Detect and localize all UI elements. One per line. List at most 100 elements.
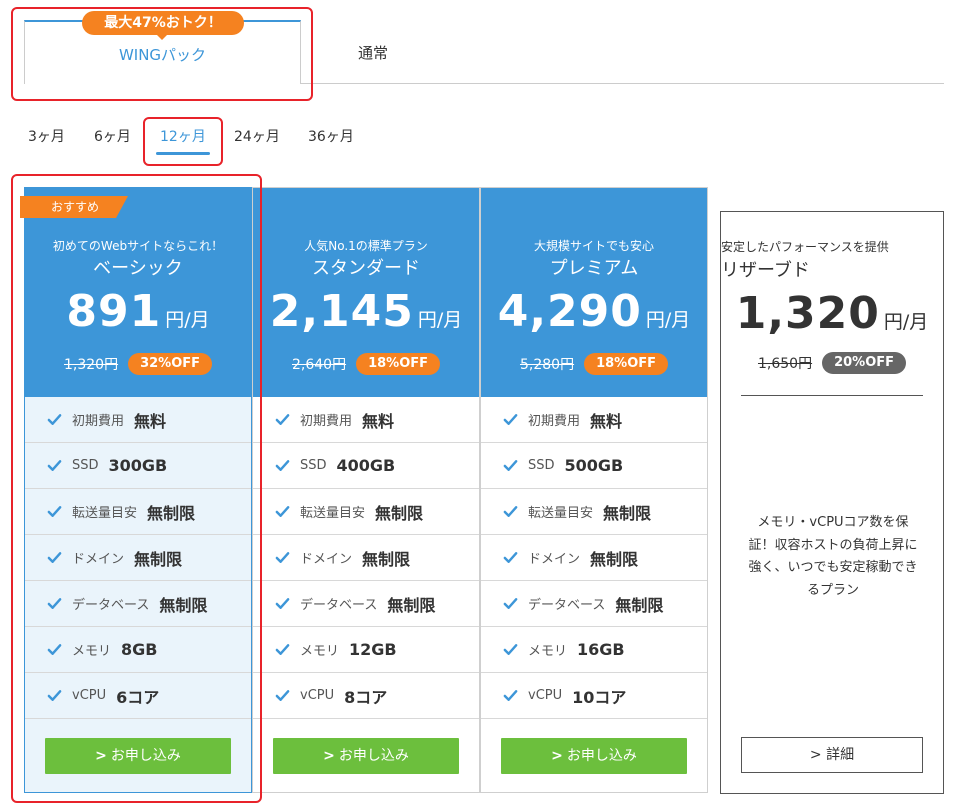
price-unit: 円/月 (165, 309, 210, 331)
check-icon (47, 504, 62, 519)
discount-badge: 32%OFF (128, 353, 213, 375)
feature-value: 無制限 (603, 503, 652, 523)
feature-row-setup-fee: 初期費用 無料 (481, 397, 707, 443)
feature-value: 無制限 (147, 503, 196, 523)
plan-name: プレミアム (549, 258, 639, 279)
feature-row-vcpu: vCPU 6コア (25, 673, 251, 719)
check-icon (503, 458, 518, 473)
tab-normal[interactable]: 通常 (300, 30, 446, 76)
feature-label: ドメイン (528, 552, 581, 567)
feature-label: データベース (300, 598, 378, 613)
plan-catch: 初めてのWebサイトならこれ！ (52, 239, 224, 253)
apply-button[interactable]: > お申し込み (45, 738, 231, 774)
check-icon (47, 642, 62, 657)
price-unit: 円/月 (883, 311, 929, 333)
tab-wing-pack-label: WINGパック (118, 46, 207, 64)
promo-badge: 最大47%おトク！ (82, 11, 244, 35)
original-price-line: 1,650円 20%OFF (721, 352, 943, 374)
plan-name: スタンダード (312, 258, 420, 279)
check-icon (503, 642, 518, 657)
feature-value: 無制限 (387, 595, 436, 615)
check-icon (275, 642, 290, 657)
feature-row-vcpu: vCPU 10コア (481, 673, 707, 719)
feature-value: 300GB (108, 456, 168, 475)
chevron-right-icon: > (551, 748, 563, 764)
check-icon (503, 504, 518, 519)
feature-list: 初期費用 無料 SSD 500GB 転送量目安 無制限 ドメイン 無制限 データベース 無制限 メモ… (481, 397, 707, 719)
feature-label: データベース (528, 598, 606, 613)
apply-button[interactable]: > お申し込み (273, 738, 459, 774)
original-price: 2,640円 (291, 357, 347, 373)
feature-value: 無料 (590, 411, 623, 431)
plan-card-header: おすすめ 初めてのWebサイトならこれ！ ベーシック 891 円/月 1,320円 32%O… (20, 188, 251, 397)
feature-value: 500GB (564, 456, 624, 475)
check-icon (47, 688, 62, 703)
check-icon (275, 504, 290, 519)
original-price-line: 1,320円 32%OFF (25, 353, 251, 375)
period-tab-6m[interactable]: 6ヶ月 (94, 126, 131, 148)
feature-label: ドメイン (300, 552, 353, 567)
price-amount: 4,290 (497, 286, 642, 337)
plan-card-header: 人気No.1の標準プラン スタンダード 2,145 円/月 2,640円 18%OFF (253, 188, 479, 397)
detail-button-label: 詳細 (826, 747, 855, 763)
period-tab-24m[interactable]: 24ヶ月 (234, 126, 280, 148)
discount-badge: 18%OFF (584, 353, 669, 375)
period-tab-active-underline (156, 152, 210, 155)
feature-row-memory: メモリ 8GB (25, 627, 251, 673)
chevron-right-icon: > (95, 748, 107, 764)
feature-value: 6コア (116, 687, 160, 707)
plan-catch: 人気No.1の標準プラン (304, 239, 428, 253)
recommended-badge: おすすめ (20, 196, 128, 218)
feature-value: 10コア (572, 687, 627, 707)
check-icon (47, 458, 62, 473)
check-icon (275, 688, 290, 703)
feature-row-memory: メモリ 12GB (253, 627, 479, 673)
apply-button-label: お申し込み (338, 748, 409, 764)
feature-row-transfer: 転送量目安 無制限 (253, 489, 479, 535)
original-price: 1,650円 (757, 356, 813, 372)
divider (741, 395, 923, 396)
apply-button-label: お申し込み (110, 748, 181, 764)
feature-list: 初期費用 無料 SSD 300GB 転送量目安 無制限 ドメイン 無制限 データベース 無制限 メモ… (25, 397, 251, 719)
detail-button[interactable]: > 詳細 (741, 737, 923, 773)
feature-list: 初期費用 無料 SSD 400GB 転送量目安 無制限 ドメイン 無制限 データベース 無制限 メモ… (253, 397, 479, 719)
feature-value: 無料 (134, 411, 167, 431)
check-icon (503, 688, 518, 703)
feature-label: 初期費用 (72, 414, 125, 429)
period-tab-3m[interactable]: 3ヶ月 (28, 126, 65, 148)
feature-label: メモリ (300, 644, 340, 659)
discount-badge: 18%OFF (356, 353, 441, 375)
original-price: 1,320円 (63, 357, 119, 373)
feature-value: 8コア (344, 687, 388, 707)
check-icon (503, 596, 518, 611)
feature-value: 8GB (121, 640, 158, 659)
price-line: 4,290 円/月 (481, 286, 707, 337)
feature-value: 400GB (336, 456, 396, 475)
feature-value: 無料 (362, 411, 395, 431)
chevron-right-icon: > (323, 748, 335, 764)
chevron-right-icon: > (809, 747, 822, 763)
period-tab-12m[interactable]: 12ヶ月 (160, 126, 206, 148)
promo-badge-tail (156, 34, 168, 40)
plan-card-basic: おすすめ 初めてのWebサイトならこれ！ ベーシック 891 円/月 1,320円 32%O… (20, 187, 252, 793)
tab-baseline-divider (300, 83, 944, 84)
plan-card-reserved: 安定したパフォーマンスを提供 リザーブド 1,320 円/月 1,650円 20%O… (720, 211, 944, 794)
plan-card-header: 大規模サイトでも安心 プレミアム 4,290 円/月 5,280円 18%OFF (481, 188, 707, 397)
plan-catch: 安定したパフォーマンスを提供 (721, 240, 889, 254)
original-price: 5,280円 (519, 357, 575, 373)
feature-value: 無制限 (375, 503, 424, 523)
feature-label: メモリ (528, 644, 568, 659)
check-icon (47, 596, 62, 611)
price-unit: 円/月 (645, 309, 691, 331)
feature-row-domain: ドメイン 無制限 (481, 535, 707, 581)
apply-button-label: お申し込み (566, 748, 637, 764)
feature-label: SSD (528, 458, 555, 473)
feature-row-domain: ドメイン 無制限 (25, 535, 251, 581)
check-icon (275, 596, 290, 611)
feature-label: vCPU (300, 688, 335, 703)
feature-row-database: データベース 無制限 (25, 581, 251, 627)
feature-value: 16GB (577, 640, 625, 659)
apply-button[interactable]: > お申し込み (501, 738, 687, 774)
period-tab-36m[interactable]: 36ヶ月 (308, 126, 354, 148)
plan-description: メモリ・vCPUコア数を保証！収容ホストの負荷上昇に強く、いつでも安定稼動できる… (748, 515, 918, 598)
